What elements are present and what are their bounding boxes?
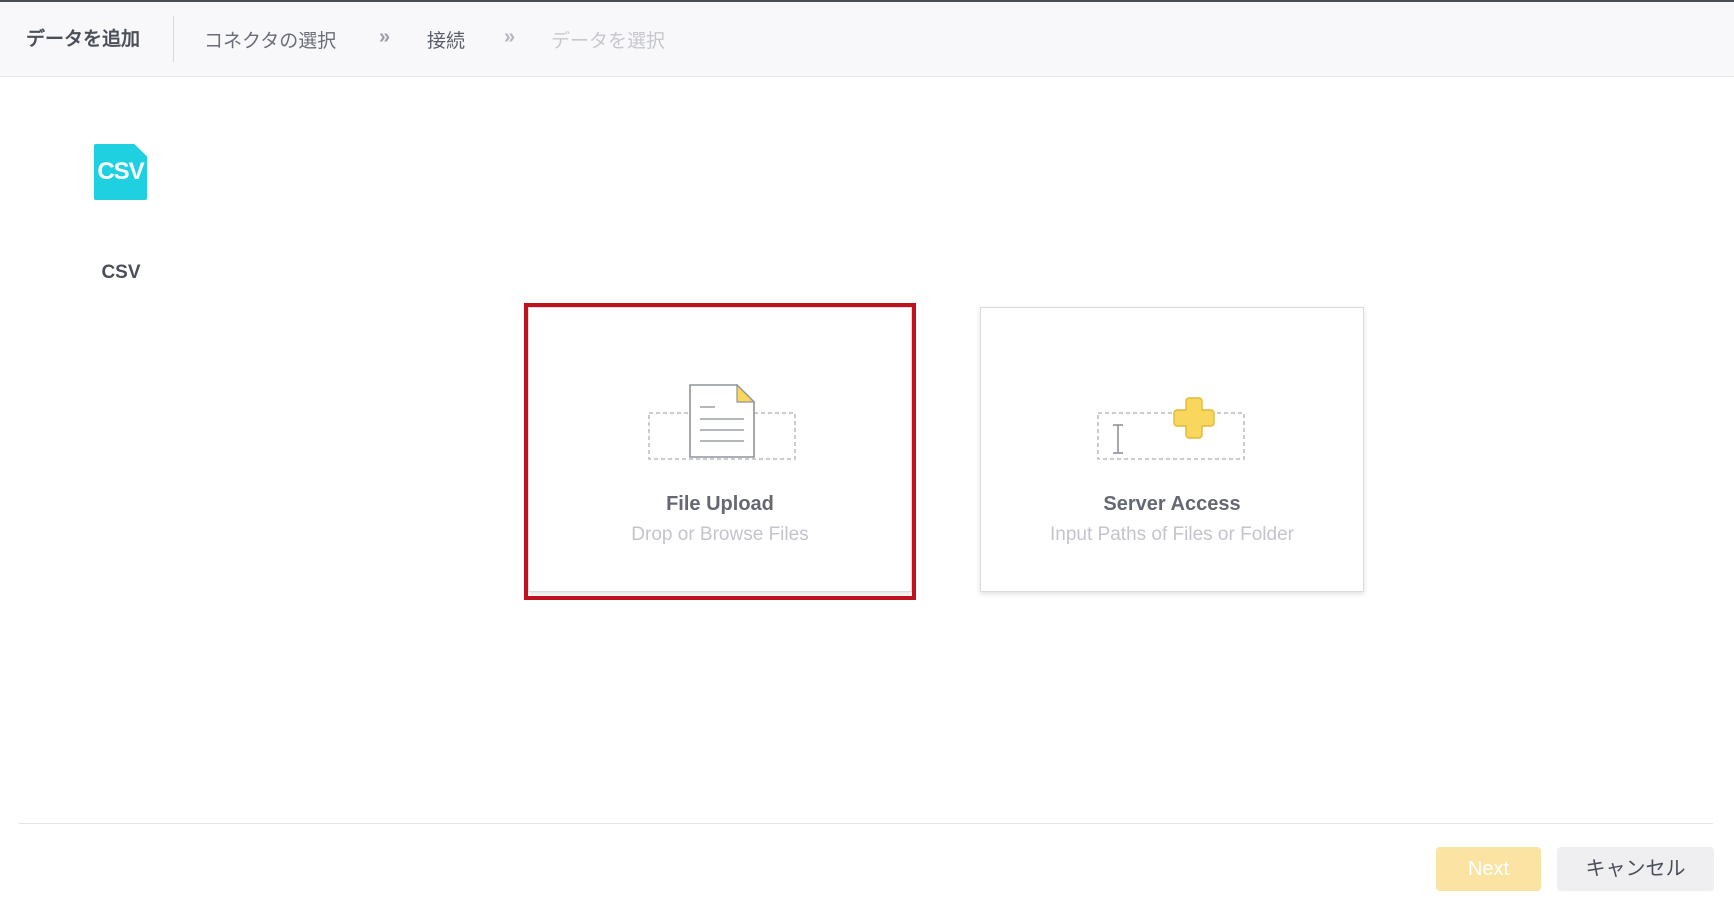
header-bar: データを追加 コネクタの選択 » 接続 » データを選択 xyxy=(0,2,1734,77)
file-upload-icon xyxy=(529,373,911,473)
server-access-icon xyxy=(981,373,1363,473)
csv-badge-text: CSV xyxy=(97,158,144,185)
option-title: File Upload xyxy=(666,493,774,515)
file-upload-option[interactable]: File Upload Drop or Browse Files xyxy=(524,303,916,600)
server-access-option[interactable]: Server Access Input Paths of Files or Fo… xyxy=(980,307,1364,592)
option-subtitle: Input Paths of Files or Folder xyxy=(1050,524,1294,545)
cancel-button[interactable]: キャンセル xyxy=(1557,847,1714,891)
page-title: データを追加 xyxy=(26,29,141,50)
next-button[interactable]: Next xyxy=(1436,847,1541,891)
option-subtitle: Drop or Browse Files xyxy=(631,524,809,545)
step-separator-icon: » xyxy=(379,26,391,48)
step-select-connector: コネクタの選択 xyxy=(204,31,337,52)
step-connect: 接続 xyxy=(427,31,466,52)
header-divider xyxy=(173,16,174,62)
footer-divider xyxy=(19,823,1713,824)
step-select-data: データを選択 xyxy=(551,31,666,52)
csv-file-icon: CSV xyxy=(94,144,147,200)
connector-label: CSV xyxy=(101,262,141,283)
option-title: Server Access xyxy=(1103,493,1241,515)
step-separator-icon: » xyxy=(504,26,516,48)
